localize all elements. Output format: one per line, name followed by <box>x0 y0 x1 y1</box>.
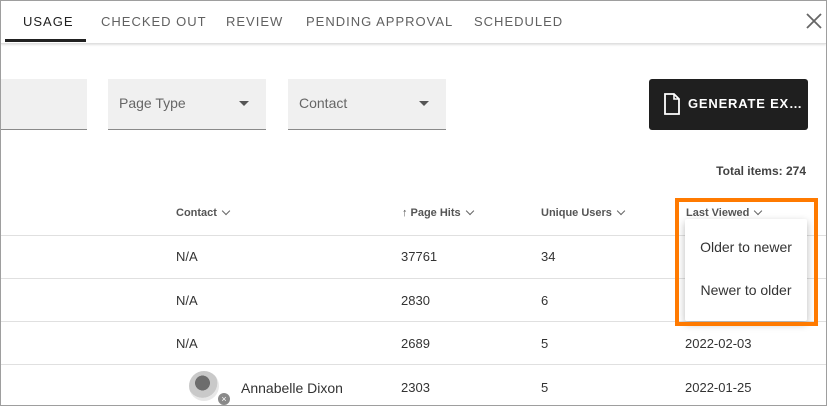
highlight-box <box>675 198 818 326</box>
column-header-page-hits-label: Page Hits <box>410 207 461 219</box>
cell-page-hits: 2303 <box>401 380 430 395</box>
cell-unique-users: 5 <box>541 336 549 351</box>
cell-page-hits: 2689 <box>401 336 430 351</box>
column-header-contact[interactable]: Contact <box>176 206 231 219</box>
document-icon <box>664 93 680 115</box>
cell-contact: N/A <box>176 293 198 308</box>
dropdown-caret-icon <box>239 101 249 106</box>
column-header-contact-label: Contact <box>176 207 217 219</box>
tab-bar: USAGE CHECKED OUT REVIEW PENDING APPROVA… <box>1 1 826 44</box>
cell-page-hits: 37761 <box>401 249 438 264</box>
cell-last-viewed: 2022-02-03 <box>685 336 752 351</box>
dropdown-caret-icon <box>419 101 429 106</box>
sort-ascending-icon: ↑ <box>402 207 408 219</box>
total-items-value: 274 <box>785 164 806 178</box>
column-header-unique-users[interactable]: Unique Users <box>541 206 626 219</box>
cell-contact: N/A <box>176 336 198 351</box>
page-type-select[interactable]: Page Type <box>108 79 266 130</box>
total-items: Total items: 274 <box>716 164 806 178</box>
dialog-frame: USAGE CHECKED OUT REVIEW PENDING APPROVA… <box>0 0 827 406</box>
contact-select[interactable]: Contact <box>288 79 446 130</box>
tab-checked-out[interactable]: CHECKED OUT <box>101 1 207 42</box>
generate-export-button[interactable]: GENERATE EX… <box>649 79 808 130</box>
cell-contact[interactable]: Annabelle Dixon <box>241 380 343 396</box>
tab-pending-approval[interactable]: PENDING APPROVAL <box>306 1 453 42</box>
tab-review[interactable]: REVIEW <box>226 1 283 42</box>
page-type-label: Page Type <box>119 95 186 111</box>
contact-label: Contact <box>299 95 348 111</box>
tab-scheduled[interactable]: SCHEDULED <box>474 1 563 42</box>
cell-last-viewed: 2022-01-25 <box>685 380 752 395</box>
total-items-label: Total items: <box>716 164 783 178</box>
generate-export-label: GENERATE EX… <box>688 96 803 111</box>
row-divider <box>1 364 826 365</box>
cell-contact: N/A <box>176 249 198 264</box>
avatar <box>189 371 219 401</box>
cell-unique-users: 34 <box>541 249 556 264</box>
column-header-page-hits[interactable]: ↑ Page Hits <box>402 206 474 219</box>
status-badge-icon: × <box>217 392 231 405</box>
cell-unique-users: 5 <box>541 380 549 395</box>
cell-page-hits: 2830 <box>401 293 430 308</box>
active-tab-indicator <box>5 39 86 42</box>
chevron-down-icon <box>221 206 231 216</box>
column-header-unique-users-label: Unique Users <box>541 207 612 219</box>
chevron-down-icon <box>616 206 626 216</box>
tab-usage[interactable]: USAGE <box>23 1 74 42</box>
cell-unique-users: 6 <box>541 293 549 308</box>
search-field[interactable] <box>1 79 87 130</box>
close-icon[interactable] <box>803 10 825 32</box>
chevron-down-icon <box>465 206 474 216</box>
